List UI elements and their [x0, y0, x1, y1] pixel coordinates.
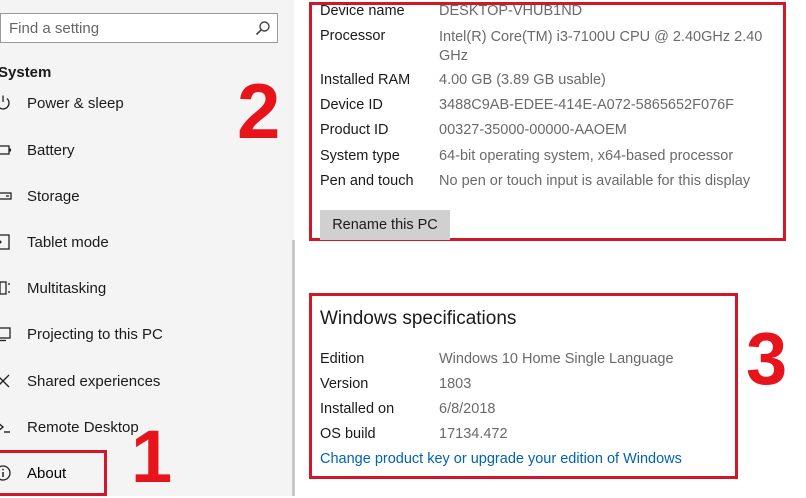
- sidebar-item-tablet-mode[interactable]: Tablet mode: [0, 227, 294, 257]
- search-box[interactable]: [0, 13, 278, 43]
- battery-icon: [0, 145, 11, 155]
- spec-value: 17134.472: [439, 426, 508, 442]
- spec-key: System type: [320, 148, 400, 164]
- annotation-number-3: 3: [746, 317, 788, 400]
- sidebar-item-label: Multitasking: [27, 279, 107, 297]
- shared-experiences-icon: [0, 374, 10, 388]
- sidebar-item-shared-experiences[interactable]: Shared experiences: [0, 366, 294, 396]
- spec-value: Windows 10 Home Single Language: [439, 351, 674, 367]
- sidebar-item-storage[interactable]: Storage: [0, 181, 294, 211]
- spec-value: 6/8/2018: [439, 401, 496, 417]
- annotation-number-1: 1: [131, 415, 173, 498]
- sidebar-item-label: Power & sleep: [27, 94, 124, 112]
- spec-key: Installed RAM: [320, 72, 411, 88]
- sidebar-item-label: Tablet mode: [27, 233, 109, 251]
- remote-desktop-icon: [0, 423, 10, 433]
- sidebar-item-label: Storage: [27, 187, 80, 205]
- spec-value: 00327-35000-00000-AAOEM: [439, 122, 627, 138]
- sidebar-item-label: Battery: [27, 141, 75, 159]
- spec-key: Device name: [320, 3, 405, 19]
- spec-value: DESKTOP-VHUB1ND: [439, 3, 583, 19]
- spec-value: 1803: [439, 376, 472, 392]
- change-product-key-link[interactable]: Change product key or upgrade your editi…: [320, 451, 682, 467]
- annotation-box-1: [0, 450, 107, 496]
- search-input[interactable]: [1, 14, 249, 42]
- spec-value: 3488C9AB-EDEE-414E-A072-5865652F076F: [439, 97, 735, 113]
- section-title-system: System: [0, 64, 52, 81]
- spec-value-processor: Intel(R) Core(TM) i3-7100U CPU @ 2.40GHz…: [439, 29, 763, 64]
- storage-icon: [0, 192, 12, 200]
- annotation-number-2: 2: [237, 67, 281, 155]
- spec-key: Installed on: [320, 401, 395, 417]
- tablet-mode-icon: [0, 234, 10, 250]
- sidebar-item-projecting[interactable]: Projecting to this PC: [0, 319, 294, 349]
- spec-value: 64-bit operating system, x64-based proce…: [439, 148, 734, 164]
- spec-key: OS build: [320, 426, 376, 442]
- spec-key: Product ID: [320, 122, 389, 138]
- spec-key: Processor: [320, 28, 386, 44]
- spec-key: Device ID: [320, 97, 383, 113]
- power-icon: [0, 95, 10, 110]
- search-icon[interactable]: [255, 20, 271, 36]
- spec-key: Edition: [320, 351, 365, 367]
- sidebar-item-label: Projecting to this PC: [27, 325, 163, 343]
- sidebar-item-label: Remote Desktop: [27, 418, 139, 436]
- spec-key: Pen and touch: [320, 173, 414, 189]
- sidebar-item-label: Shared experiences: [27, 372, 161, 390]
- windows-specifications-title: Windows specifications: [320, 308, 517, 329]
- spec-value: No pen or touch input is available for t…: [439, 173, 751, 189]
- projecting-icon: [0, 327, 11, 342]
- spec-value: 4.00 GB (3.89 GB usable): [439, 72, 606, 88]
- multitasking-icon: [0, 281, 10, 295]
- rename-pc-button[interactable]: Rename this PC: [320, 210, 450, 240]
- spec-key: Version: [320, 376, 369, 392]
- sidebar-item-multitasking[interactable]: Multitasking: [0, 273, 294, 303]
- pane-divider: [292, 240, 295, 496]
